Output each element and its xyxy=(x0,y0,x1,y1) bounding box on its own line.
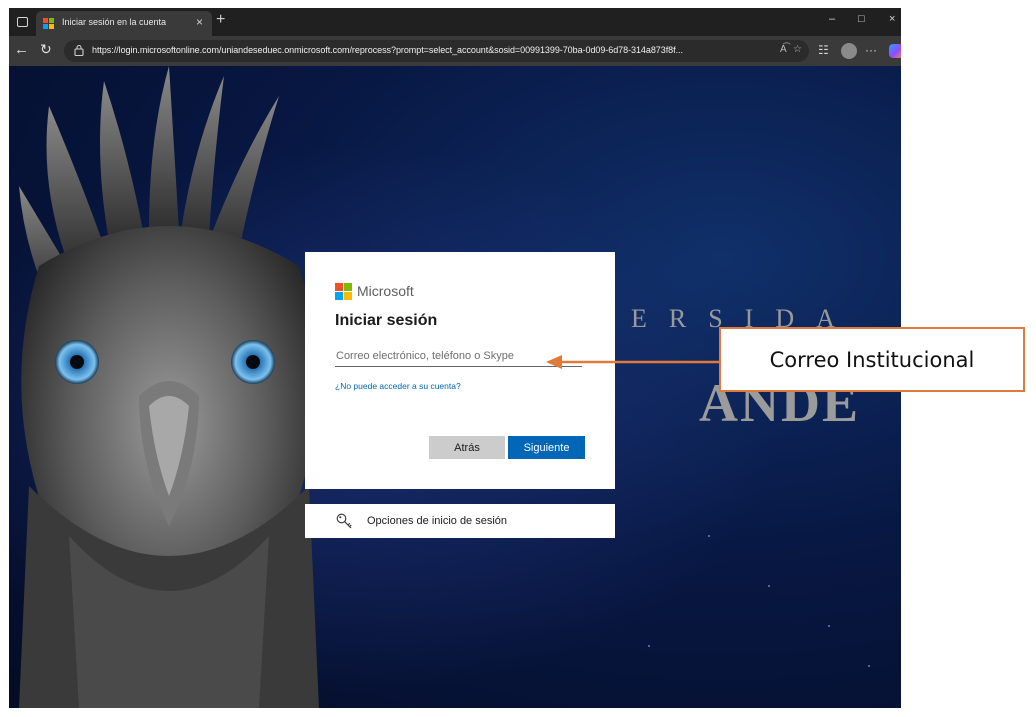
screenshot: Iniciar sesión en la cuenta × + – □ × ← … xyxy=(0,0,1036,717)
annotation-label: Correo Institucional xyxy=(769,347,975,372)
annotation-callout: Correo Institucional xyxy=(719,327,1025,392)
